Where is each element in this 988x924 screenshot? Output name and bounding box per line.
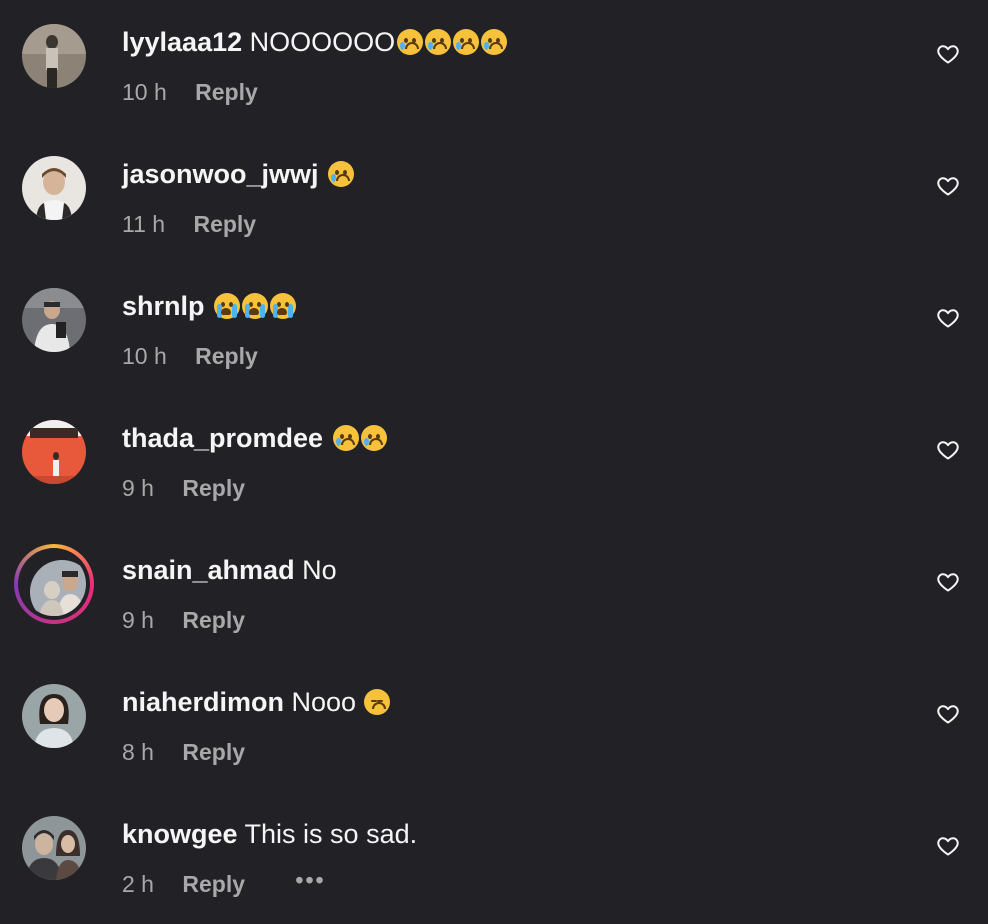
timestamp: 9 h <box>122 607 154 633</box>
heart-icon[interactable] <box>936 438 960 462</box>
crying-face-emoji <box>453 29 480 55</box>
avatar-story-ring[interactable] <box>14 544 94 624</box>
heart-icon[interactable] <box>936 702 960 726</box>
reply-button[interactable]: Reply <box>182 870 245 898</box>
crying-face-emoji <box>397 29 424 55</box>
avatar[interactable] <box>22 816 86 880</box>
comment-meta: 11 h Reply <box>122 210 256 238</box>
emoji-group <box>212 291 297 321</box>
comment-text: NOOOOOO <box>249 27 396 57</box>
timestamp: 8 h <box>122 739 154 765</box>
heart-icon[interactable] <box>936 834 960 858</box>
comment-item: jasonwoo_jwwj 11 h Reply <box>0 132 988 264</box>
comment-text-line: jasonwoo_jwwj <box>122 158 355 190</box>
comment-text-line: knowgee This is so sad. <box>122 818 417 850</box>
crying-face-emoji <box>332 425 359 451</box>
reply-button[interactable]: Reply <box>195 78 258 106</box>
comments-list: lyylaaa12 NOOOOOO 10 h Reply jasonwoo_jw… <box>0 0 988 924</box>
crying-face-emoji <box>328 161 355 187</box>
reply-button[interactable]: Reply <box>182 738 245 766</box>
avatar[interactable] <box>22 156 86 220</box>
reply-button[interactable]: Reply <box>193 210 256 238</box>
timestamp: 2 h <box>122 871 154 897</box>
loudly-crying-face-emoji <box>214 293 241 319</box>
comment-item: knowgee This is so sad. 2 h Reply ••• <box>0 792 988 924</box>
avatar-image <box>22 288 86 352</box>
loudly-crying-face-emoji <box>270 293 297 319</box>
comment-text-line: shrnlp <box>122 290 297 322</box>
emoji-group <box>395 27 508 57</box>
crying-face-emoji <box>425 29 452 55</box>
comment-meta: 8 h Reply <box>122 738 245 766</box>
reply-button[interactable]: Reply <box>182 474 245 502</box>
comment-meta: 2 h Reply ••• <box>122 867 326 898</box>
loudly-crying-face-emoji <box>242 293 269 319</box>
username[interactable]: snain_ahmad <box>122 555 295 585</box>
crying-face-emoji <box>481 29 508 55</box>
comment-meta: 10 h Reply <box>122 342 258 370</box>
avatar-image <box>22 24 86 88</box>
comment-text: This is so sad. <box>244 819 418 849</box>
more-options-icon[interactable]: ••• <box>295 866 325 894</box>
emoji-group <box>331 423 387 453</box>
comment-text-line: lyylaaa12 NOOOOOO <box>122 26 508 58</box>
reply-button[interactable]: Reply <box>195 342 258 370</box>
comment-meta: 9 h Reply <box>122 474 245 502</box>
comment-item: lyylaaa12 NOOOOOO 10 h Reply <box>0 0 988 132</box>
avatar[interactable] <box>22 24 86 88</box>
username[interactable]: shrnlp <box>122 291 205 321</box>
username[interactable]: jasonwoo_jwwj <box>122 159 319 189</box>
timestamp: 10 h <box>122 79 167 105</box>
avatar-image <box>22 684 86 748</box>
reply-button[interactable]: Reply <box>182 606 245 634</box>
username[interactable]: lyylaaa12 <box>122 27 242 57</box>
comment-item: niaherdimon Nooo 8 h Reply <box>0 660 988 792</box>
username[interactable]: knowgee <box>122 819 238 849</box>
avatar-image <box>22 156 86 220</box>
comment-item: snain_ahmad No 9 h Reply <box>0 528 988 660</box>
avatar[interactable] <box>22 288 86 352</box>
username[interactable]: niaherdimon <box>122 687 284 717</box>
comment-meta: 10 h Reply <box>122 78 258 106</box>
avatar[interactable] <box>22 684 86 748</box>
heart-icon[interactable] <box>936 306 960 330</box>
avatar-image <box>22 816 86 880</box>
avatar-image <box>22 420 86 484</box>
avatar[interactable] <box>22 420 86 484</box>
avatar-image <box>30 560 86 616</box>
username[interactable]: thada_promdee <box>122 423 323 453</box>
comment-item: thada_promdee 9 h Reply <box>0 396 988 528</box>
comment-text-line: snain_ahmad No <box>122 554 337 586</box>
comment-text-line: thada_promdee <box>122 422 387 454</box>
crying-face-emoji <box>360 425 387 451</box>
emoji-group <box>356 687 391 717</box>
heart-icon[interactable] <box>936 42 960 66</box>
heart-icon[interactable] <box>936 174 960 198</box>
disappointed-face-emoji <box>364 689 391 715</box>
timestamp: 9 h <box>122 475 154 501</box>
comment-text: No <box>302 555 337 585</box>
timestamp: 10 h <box>122 343 167 369</box>
timestamp: 11 h <box>122 211 166 237</box>
comment-item: shrnlp 10 h Reply <box>0 264 988 396</box>
comment-text: Nooo <box>291 687 357 717</box>
comment-meta: 9 h Reply <box>122 606 245 634</box>
emoji-group <box>326 159 355 189</box>
heart-icon[interactable] <box>936 570 960 594</box>
comment-text-line: niaherdimon Nooo <box>122 686 391 718</box>
